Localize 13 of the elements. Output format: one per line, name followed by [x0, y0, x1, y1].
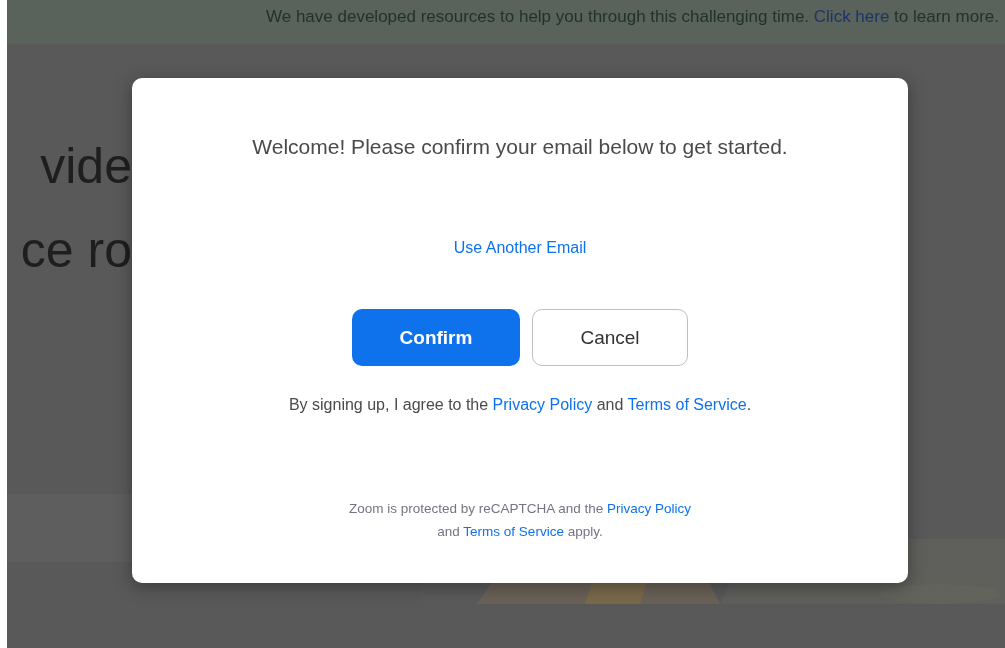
recaptcha-notice: Zoom is protected by reCAPTCHA and the Privacy Policy and Terms of Service apply. [348, 500, 692, 541]
cancel-button[interactable]: Cancel [532, 309, 688, 366]
text-link[interactable]: Privacy Policy [607, 501, 692, 516]
hero-heading: ce ro [20, 221, 132, 280]
dialog-title: Welcome! Please confirm your email below to get started. [252, 135, 788, 159]
agreement-text: By signing up, I agree to the Privacy Policy and Terms of Service. [288, 396, 752, 414]
confirm-button[interactable]: Confirm [352, 309, 520, 366]
banner-message: We have developed resources to help you through this challenging time. Click here to learn more. [266, 7, 999, 27]
hero-heading: vide [40, 137, 132, 196]
text-link[interactable]: Terms of Service [463, 524, 564, 539]
text-link[interactable]: Terms of Service [627, 396, 747, 413]
text-link[interactable]: Privacy Policy [492, 396, 593, 413]
use-another-email-link[interactable]: Use Another Email [453, 239, 587, 257]
